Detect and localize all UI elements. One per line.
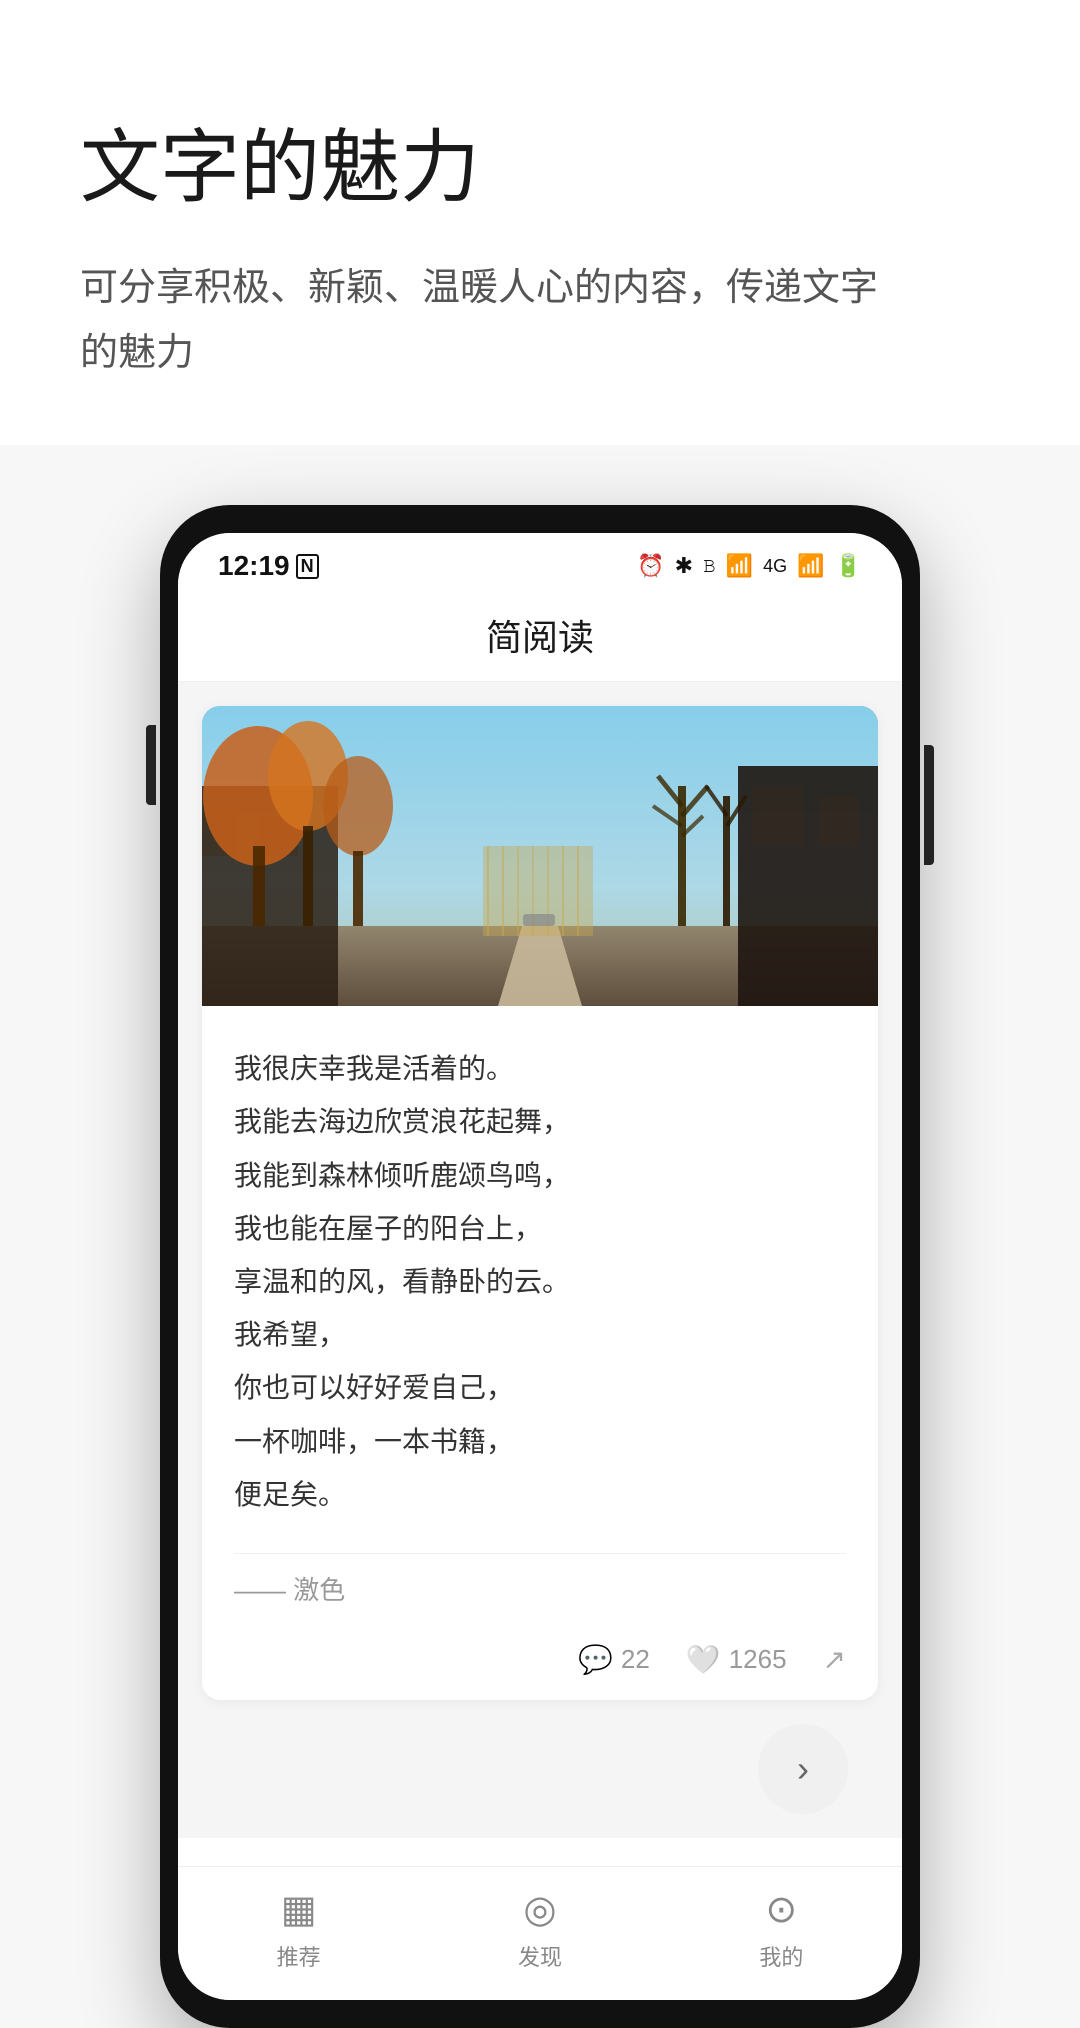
page-container: 文字的魅力 可分享积极、新颖、温暖人心的内容，传递文字的魅力 12:19 N ⏰… xyxy=(0,0,1080,2028)
nav-item-recommend[interactable]: ▦ 推荐 xyxy=(277,1887,321,1972)
comment-icon: 💬 xyxy=(578,1643,613,1676)
nav-item-discover[interactable]: ◎ 发现 xyxy=(518,1887,562,1972)
share-action[interactable]: ↗ xyxy=(823,1643,846,1676)
hero-subtitle: 可分享积极、新颖、温暖人心的内容，传递文字的魅力 xyxy=(80,256,900,385)
heart-icon: 🤍 xyxy=(686,1643,721,1676)
like-count: 1265 xyxy=(729,1644,787,1675)
phone-mockup: 12:19 N ⏰ ✱ 𝙱 📶 4G 📶 🔋 简阅读 xyxy=(160,505,920,2028)
bottom-nav: ▦ 推荐 ◎ 发现 ⊙ 我的 xyxy=(178,1866,902,2000)
hero-section: 文字的魅力 可分享积极、新颖、温暖人心的内容，传递文字的魅力 xyxy=(0,0,1080,445)
content-card[interactable]: 我很庆幸我是活着的。 我能去海边欣赏浪花起舞， 我能到森林倾听鹿颂鸟鸣， 我也能… xyxy=(202,706,878,1700)
nav-item-mine[interactable]: ⊙ 我的 xyxy=(759,1887,803,1972)
article-image-svg xyxy=(202,706,878,1006)
mine-icon: ⊙ xyxy=(765,1887,797,1932)
article-author: —— 激色 xyxy=(234,1553,846,1607)
bt2-icon: 𝙱 xyxy=(703,556,716,577)
next-button[interactable]: › xyxy=(758,1724,848,1814)
status-time: 12:19 N xyxy=(218,550,319,582)
comment-count: 22 xyxy=(621,1644,650,1675)
discover-label: 发现 xyxy=(518,1940,562,1972)
article-image xyxy=(202,706,878,1006)
battery-icon: 🔋 xyxy=(835,553,862,579)
signal1-icon: 4G xyxy=(763,556,787,577)
recommend-label: 推荐 xyxy=(277,1940,321,1972)
share-icon: ↗ xyxy=(823,1643,846,1676)
recommend-icon: ▦ xyxy=(281,1887,317,1932)
status-bar: 12:19 N ⏰ ✱ 𝙱 📶 4G 📶 🔋 xyxy=(178,533,902,593)
signal2-icon: 📶 xyxy=(797,553,824,579)
app-content: 我很庆幸我是活着的。 我能去海边欣赏浪花起舞， 我能到森林倾听鹿颂鸟鸣， 我也能… xyxy=(178,682,902,1838)
next-btn-container: › xyxy=(202,1700,878,1814)
like-action[interactable]: 🤍 1265 xyxy=(686,1643,787,1676)
hero-title: 文字的魅力 xyxy=(80,120,1000,216)
alarm-icon: ⏰ xyxy=(637,553,664,579)
app-header-title: 简阅读 xyxy=(486,617,594,658)
status-icons: ⏰ ✱ 𝙱 📶 4G 📶 🔋 xyxy=(637,553,862,579)
article-text: 我很庆幸我是活着的。 我能去海边欣赏浪花起舞， 我能到森林倾听鹿颂鸟鸣， 我也能… xyxy=(234,1042,846,1521)
mine-label: 我的 xyxy=(759,1940,803,1972)
phone-container: 12:19 N ⏰ ✱ 𝙱 📶 4G 📶 🔋 简阅读 xyxy=(0,445,1080,2028)
app-header: 简阅读 xyxy=(178,593,902,682)
article-body: 我很庆幸我是活着的。 我能去海边欣赏浪花起舞， 我能到森林倾听鹿颂鸟鸣， 我也能… xyxy=(202,1006,878,1700)
bluetooth-icon: ✱ xyxy=(675,553,693,579)
wifi-icon: 📶 xyxy=(726,553,753,579)
comment-action[interactable]: 💬 22 xyxy=(578,1643,650,1676)
nfc-badge: N xyxy=(296,554,319,579)
discover-icon: ◎ xyxy=(523,1887,556,1932)
phone-screen: 12:19 N ⏰ ✱ 𝙱 📶 4G 📶 🔋 简阅读 xyxy=(178,533,902,2000)
article-actions: 💬 22 🤍 1265 ↗ xyxy=(234,1635,846,1676)
